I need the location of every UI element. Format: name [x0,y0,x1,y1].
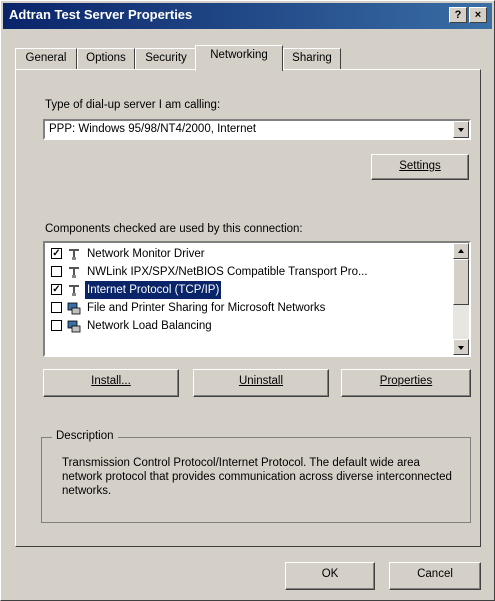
help-button[interactable]: ? [449,7,467,23]
description-text: Transmission Control Protocol/Internet P… [62,457,452,497]
description-title: Description [52,430,118,442]
ok-button[interactable]: OK [285,562,375,590]
tab-security[interactable]: Security [135,48,197,69]
list-item-label: Network Monitor Driver [87,248,205,260]
title-bar[interactable]: Adtran Test Server Properties ? × [3,3,492,29]
uninstall-button-label: Uninstall [238,375,284,387]
server-type-select[interactable]: PPP: Windows 95/98/NT4/2000, Internet [43,119,471,140]
install-button[interactable]: Install... [43,369,179,397]
list-item-label: Network Load Balancing [87,320,212,332]
component-checkbox[interactable] [51,320,62,331]
install-button-label: Install... [91,375,131,387]
network-protocol-icon [69,249,79,260]
properties-button-label: Properties [379,375,433,387]
window-title: Adtran Test Server Properties [9,7,193,22]
tab-networking[interactable]: Networking [195,45,283,71]
list-item-label: NWLink IPX/SPX/NetBIOS Compatible Transp… [87,266,368,278]
vertical-scrollbar[interactable] [453,243,469,355]
cancel-button[interactable]: Cancel [389,562,481,590]
properties-button[interactable]: Properties [341,369,471,397]
component-checkbox[interactable] [51,266,62,277]
list-item[interactable]: ✓ Internet Protocol (TCP/IP) [47,281,451,299]
network-protocol-icon [69,267,79,278]
cancel-button-label: Cancel [417,568,453,580]
close-button[interactable]: × [469,7,487,23]
list-item-label: Internet Protocol (TCP/IP) [85,281,222,299]
server-type-value: PPP: Windows 95/98/NT4/2000, Internet [49,123,257,135]
scroll-thumb[interactable] [453,259,469,305]
components-list[interactable]: ✓ Network Monitor Driver NWLink IPX/SPX/… [43,241,471,357]
uninstall-button[interactable]: Uninstall [193,369,329,397]
dropdown-arrow-icon[interactable] [453,121,469,138]
description-group: Description Transmission Control Protoco… [41,430,471,523]
network-service-icon [67,302,81,315]
list-item[interactable]: Network Load Balancing [47,317,451,335]
scroll-down-icon[interactable] [453,339,469,355]
settings-button[interactable]: Settings [371,154,469,180]
settings-button-label: Settings [399,160,441,172]
server-type-label: Type of dial-up server I am calling: [45,99,221,111]
network-service-icon [67,320,81,333]
component-checkbox[interactable]: ✓ [51,248,62,259]
tab-sharing[interactable]: Sharing [283,48,341,69]
component-checkbox[interactable]: ✓ [51,284,62,295]
list-item[interactable]: NWLink IPX/SPX/NetBIOS Compatible Transp… [47,263,451,281]
list-item[interactable]: ✓ Network Monitor Driver [47,245,451,263]
scroll-up-icon[interactable] [453,243,469,259]
list-item-label: File and Printer Sharing for Microsoft N… [87,302,326,314]
tab-options[interactable]: Options [77,48,135,69]
component-checkbox[interactable] [51,302,62,313]
properties-dialog: Adtran Test Server Properties ? × Genera… [0,0,495,601]
list-item[interactable]: File and Printer Sharing for Microsoft N… [47,299,451,317]
ok-button-label: OK [321,568,339,580]
tab-general[interactable]: General [15,48,77,69]
network-protocol-icon [69,285,79,296]
components-label: Components checked are used by this conn… [45,223,303,235]
